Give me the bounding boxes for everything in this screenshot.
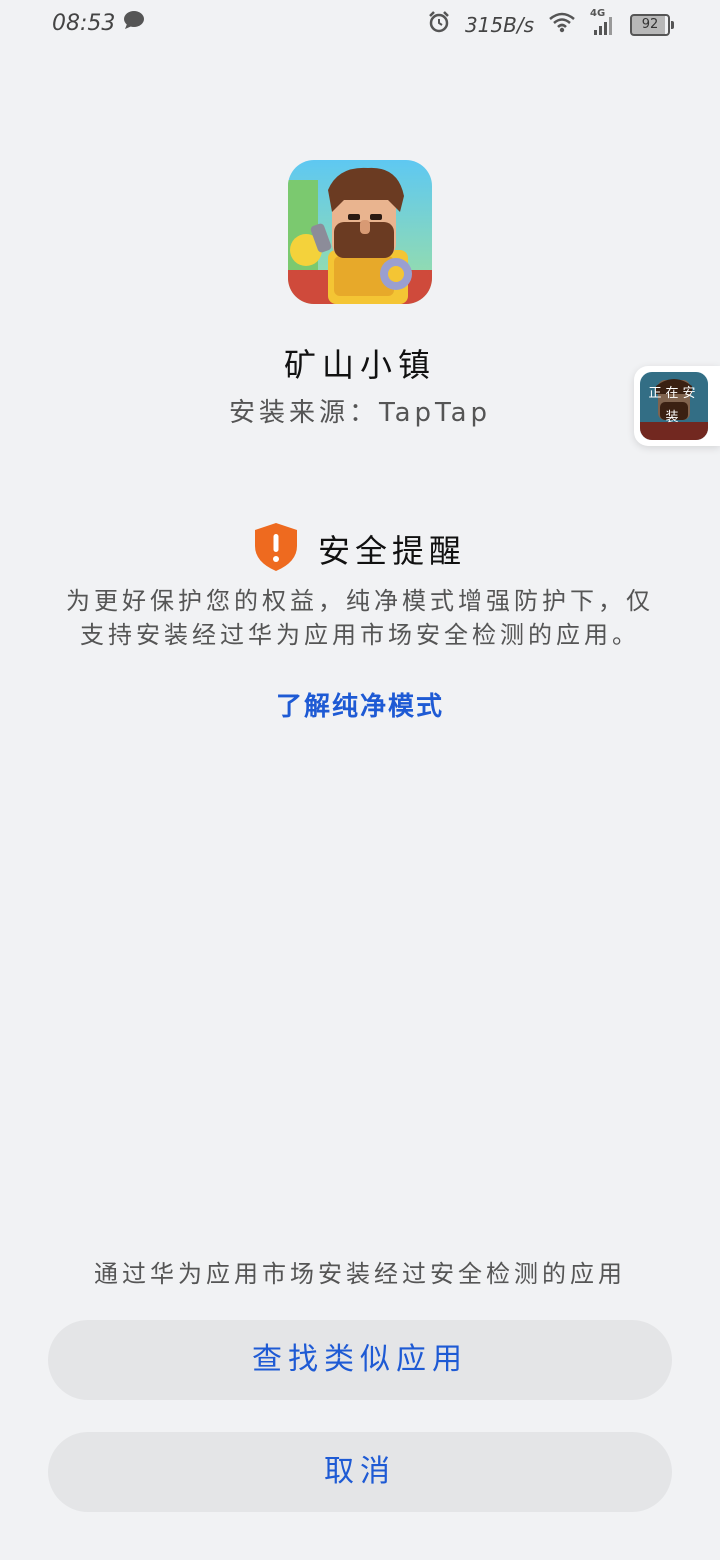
net-speed: 315B/s: [464, 13, 534, 37]
wifi-icon: [548, 11, 576, 39]
cellular-signal-icon: 4G: [590, 8, 616, 36]
status-bar: 08:53 315B/s 4G 92: [0, 0, 720, 48]
install-blocked-screen: 08:53 315B/s 4G 92 矿山小镇 安装来源：TapTap 正在安装…: [0, 0, 720, 1560]
security-header: 安全提醒: [0, 522, 720, 576]
cancel-button[interactable]: 取消: [48, 1432, 672, 1512]
learn-pure-mode-link[interactable]: 了解纯净模式: [0, 686, 720, 723]
alarm-icon: [427, 10, 451, 40]
status-right: 315B/s 4G 92: [427, 8, 674, 40]
app-name: 矿山小镇: [283, 346, 436, 384]
message-icon: [123, 10, 145, 36]
installing-float-widget[interactable]: 正在安装: [634, 366, 720, 446]
bottom-note: 通过华为应用市场安装经过安全检测的应用: [94, 1260, 626, 1288]
app-icon: [288, 160, 432, 304]
install-source: 安装来源：TapTap: [228, 398, 492, 428]
security-title: 安全提醒: [317, 532, 466, 570]
find-similar-apps-button[interactable]: 查找类似应用: [48, 1320, 672, 1400]
security-description: 为更好保护您的权益，纯净模式增强防护下，仅支持安装经过华为应用市场安全检测的应用…: [66, 587, 654, 649]
status-left: 08:53: [52, 10, 145, 36]
installing-label: 正在安装: [640, 372, 708, 440]
warning-shield-icon: [254, 522, 298, 576]
battery-icon: 92: [630, 14, 674, 36]
status-time: 08:53: [52, 10, 116, 36]
